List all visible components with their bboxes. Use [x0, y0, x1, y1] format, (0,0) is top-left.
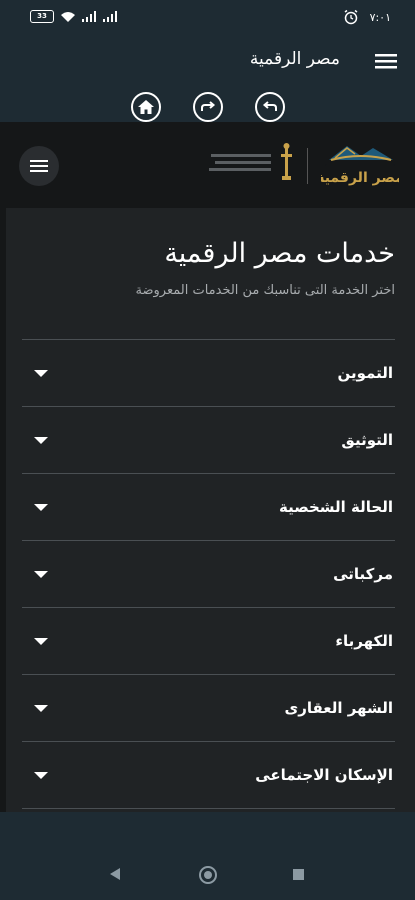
- app-title: مصر الرقمية: [249, 49, 340, 69]
- egypt-digital-logo-icon: مصر الرقمية: [321, 146, 399, 186]
- status-time: ٧:٠١: [369, 11, 391, 24]
- ministry-logo-icon: [209, 143, 292, 180]
- home-dot: [204, 871, 212, 879]
- recents-square-icon[interactable]: [293, 869, 304, 880]
- forward-button[interactable]: [193, 92, 223, 122]
- back-triangle-icon[interactable]: [110, 868, 120, 880]
- site-menu-button[interactable]: [19, 146, 59, 186]
- webview: مصر الرقمية خدمات مصر الرقمية اختر الخدم…: [0, 122, 415, 812]
- left-edge: [0, 208, 6, 812]
- service-item-tawtheeq[interactable]: التوثيق: [22, 406, 395, 473]
- signal-icon: [82, 11, 96, 22]
- home-button[interactable]: [131, 92, 161, 122]
- battery-icon: 33: [30, 10, 54, 23]
- service-item-social-housing[interactable]: الإسكان الاجتماعى: [22, 741, 395, 808]
- hamburger-icon: [30, 160, 48, 172]
- back-button[interactable]: [255, 92, 285, 122]
- service-label: التموين: [337, 364, 394, 382]
- service-label: الحالة الشخصية: [278, 498, 393, 516]
- home-icon: [138, 100, 154, 114]
- site-header: مصر الرقمية: [0, 122, 415, 208]
- caret-down-icon: [34, 437, 48, 444]
- caret-down-icon: [34, 504, 48, 511]
- service-label: التوثيق: [341, 431, 393, 449]
- status-bar: 33 ٧:٠١: [0, 0, 415, 38]
- service-label: مركباتى: [333, 565, 393, 583]
- caret-down-icon: [34, 772, 48, 779]
- service-list: التموين التوثيق الحالة الشخصية مركباتى ا…: [22, 339, 395, 812]
- alarm-icon: [344, 9, 358, 25]
- app-bar: مصر الرقمية: [0, 38, 415, 122]
- service-item-real-estate[interactable]: الشهر العقارى: [22, 674, 395, 741]
- service-item-electricity[interactable]: الكهرباء: [22, 607, 395, 674]
- service-item-vehicles[interactable]: مركباتى: [22, 540, 395, 607]
- service-label: الكهرباء: [335, 632, 393, 650]
- service-label: الإسكان الاجتماعى: [255, 766, 393, 784]
- logo-divider: [307, 148, 308, 184]
- forward-icon: [201, 101, 216, 111]
- service-item-civil-status[interactable]: الحالة الشخصية: [22, 473, 395, 540]
- wifi-icon: [61, 11, 75, 22]
- caret-down-icon: [34, 638, 48, 645]
- service-item-tamween[interactable]: التموين: [22, 339, 395, 406]
- caret-down-icon: [34, 370, 48, 377]
- page-title: خدمات مصر الرقمية: [164, 238, 395, 269]
- signal-icon-2: [103, 11, 117, 22]
- system-nav-bar: [0, 812, 415, 900]
- caret-down-icon: [34, 705, 48, 712]
- caret-down-icon: [34, 571, 48, 578]
- page-subtitle: اختر الخدمة التى تناسبك من الخدمات المعر…: [135, 283, 396, 298]
- content-header: خدمات مصر الرقمية اختر الخدمة التى تناسب…: [22, 238, 396, 298]
- logo-text: مصر الرقمية: [321, 170, 399, 186]
- hamburger-icon[interactable]: [375, 52, 397, 70]
- back-icon: [262, 101, 277, 111]
- service-label: الشهر العقارى: [284, 699, 393, 717]
- status-left-icons: 33: [30, 10, 118, 23]
